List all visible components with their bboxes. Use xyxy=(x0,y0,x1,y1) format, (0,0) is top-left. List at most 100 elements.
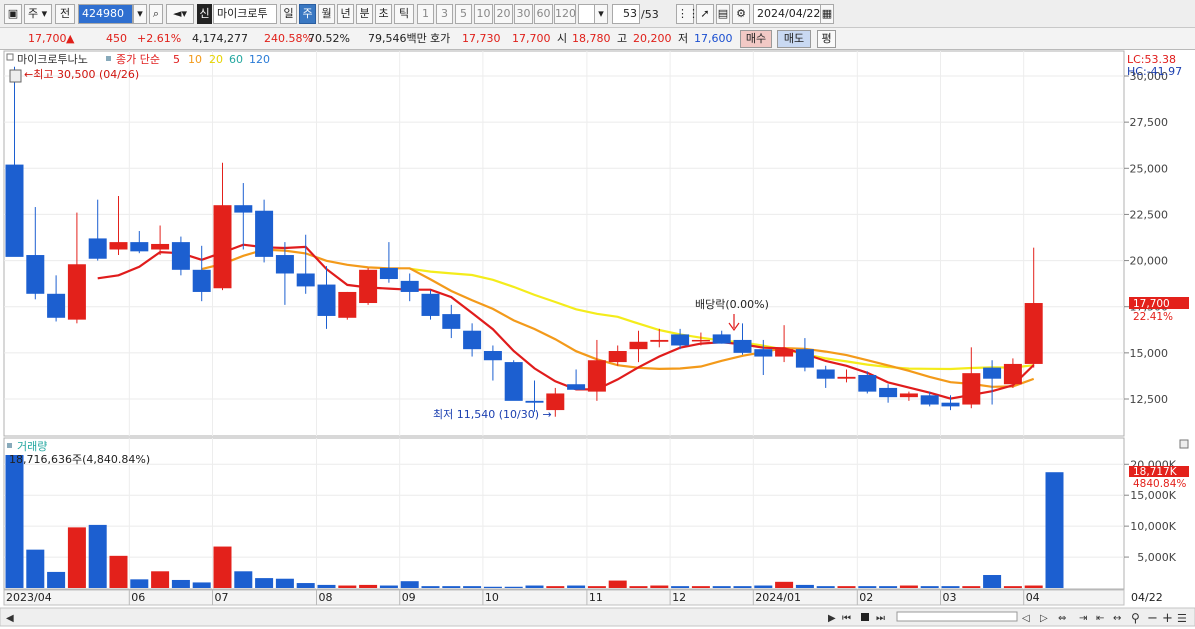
range-start-icon[interactable]: ⇥ xyxy=(1079,613,1087,624)
settings-gear-icon[interactable]: ⚙ xyxy=(732,4,750,24)
candle-body xyxy=(359,269,378,304)
candle-body xyxy=(483,351,502,361)
tab-period-second[interactable]: 초 xyxy=(375,4,392,24)
zoom-menu-icon[interactable]: ☰ xyxy=(1177,612,1187,625)
market-select[interactable]: 주 ▾ xyxy=(24,4,52,24)
save-icon[interactable]: ▤ xyxy=(716,4,730,24)
high-price: 20,200 xyxy=(633,32,672,45)
volume-bar xyxy=(338,585,357,588)
code-dropdown-icon[interactable]: ▾ xyxy=(133,4,147,24)
zoom-search-icon[interactable]: ⚲ xyxy=(1131,611,1140,625)
trade-amount: 79,546백만 xyxy=(368,32,427,45)
volume-bar xyxy=(317,584,336,588)
search-icon[interactable]: ⌕ xyxy=(149,4,163,24)
stock-name-field[interactable]: 마이크로투 xyxy=(213,4,277,24)
volume-bar xyxy=(275,578,294,588)
scroll-thumb[interactable] xyxy=(896,611,1018,622)
sell-button[interactable]: 매도 xyxy=(777,30,811,48)
range-icon[interactable]: ⇔ xyxy=(1058,613,1066,624)
shift-right-icon[interactable]: ▷ xyxy=(1040,613,1048,624)
candle-body xyxy=(795,349,814,368)
volume-bar xyxy=(775,581,794,588)
draw-tool-icon[interactable]: ➚ xyxy=(696,4,714,24)
buy-button[interactable]: 매수 xyxy=(740,30,772,48)
volume-bar xyxy=(962,586,981,588)
volume-pane-close-icon[interactable] xyxy=(1179,439,1189,449)
volume-pane[interactable] xyxy=(3,437,1125,590)
range-end-icon[interactable]: ⇤ xyxy=(1096,613,1104,624)
stock-code-input[interactable]: 424980 xyxy=(78,4,133,24)
fast-forward-icon[interactable]: ⏭ xyxy=(876,613,885,624)
turnover-ratio: 70.52% xyxy=(308,32,350,45)
price-tick-label: 20,000 xyxy=(1130,255,1169,268)
tab-period-minute[interactable]: 분 xyxy=(356,4,373,24)
volume-legend-name: 거래량 xyxy=(17,440,47,453)
candle-body xyxy=(296,273,315,287)
volume-bar xyxy=(463,586,482,588)
high-label: 고 xyxy=(617,32,628,45)
last-price-label: 17,700 xyxy=(1133,298,1170,310)
speaker-icon[interactable]: ◄▾ xyxy=(166,4,194,24)
interval-20[interactable]: 20 xyxy=(494,4,513,24)
interval-1[interactable]: 1 xyxy=(417,4,434,24)
tab-period-month[interactable]: 월 xyxy=(318,4,335,24)
stop-icon[interactable] xyxy=(861,613,869,621)
hc-label: HC:-41.97 xyxy=(1127,65,1182,78)
interval-10[interactable]: 10 xyxy=(474,4,493,24)
interval-120[interactable]: 120 xyxy=(554,4,576,24)
ma-legend-icon xyxy=(106,56,111,61)
candle-body xyxy=(816,369,835,379)
candle-body xyxy=(317,284,336,316)
candle-body xyxy=(920,395,939,405)
volume-bar xyxy=(213,546,232,588)
prev-button[interactable]: 전 xyxy=(55,4,75,24)
indicator-icon[interactable]: ⋮⋮ xyxy=(676,4,699,24)
volume-bar xyxy=(712,586,731,588)
rewind-icon[interactable]: ⏮ xyxy=(842,613,851,624)
fit-icon[interactable]: ↔ xyxy=(1113,613,1121,624)
volume-bar xyxy=(941,586,960,588)
count-input[interactable]: 53 xyxy=(612,4,640,24)
tab-period-day[interactable]: 일 xyxy=(280,4,297,24)
candle-body xyxy=(608,351,627,363)
volume-bar xyxy=(1024,585,1043,588)
candle-body xyxy=(671,334,690,346)
stock-chart[interactable]: 30,00027,50025,00022,50020,00017,50015,0… xyxy=(0,50,1195,629)
min-price-annotation: 최저 11,540 (10/30) → xyxy=(433,408,552,421)
tab-period-year[interactable]: 년 xyxy=(337,4,354,24)
interval-30[interactable]: 30 xyxy=(514,4,533,24)
window-icon[interactable]: ▣ xyxy=(4,4,22,24)
date-input[interactable]: 2024/04/22 xyxy=(753,4,821,24)
interval-3[interactable]: 3 xyxy=(436,4,453,24)
candle-body xyxy=(130,242,149,252)
tab-period-week[interactable]: 주 xyxy=(299,4,316,24)
interval-60[interactable]: 60 xyxy=(534,4,553,24)
interval-dropdown-icon[interactable]: ▾ xyxy=(594,4,608,24)
scroll-right-icon[interactable]: ▶ xyxy=(828,613,836,624)
candle-body xyxy=(400,280,419,292)
zoom-out-icon[interactable]: − xyxy=(1147,611,1158,626)
low-label: 저 xyxy=(678,32,689,45)
volume-bar xyxy=(608,580,627,588)
current-price: 17,700 xyxy=(28,32,67,45)
volume-bar xyxy=(151,571,170,588)
candle-body xyxy=(421,293,440,316)
zoom-in-icon[interactable]: + xyxy=(1162,611,1173,626)
stock-legend-name: 마이크로투나노 xyxy=(17,53,88,66)
volume-bar xyxy=(26,549,45,588)
tab-period-tick[interactable]: 틱 xyxy=(394,4,414,24)
calendar-icon[interactable]: ▦ xyxy=(820,4,834,24)
ma-legend-label: 종가 단순 xyxy=(116,53,160,66)
shift-left-icon[interactable]: ◁ xyxy=(1022,613,1030,624)
volume-bar xyxy=(629,586,648,588)
ma-120-legend: 120 xyxy=(249,53,270,66)
scroll-left-icon[interactable]: ◀ xyxy=(6,613,14,624)
x-axis-label: 06 xyxy=(131,591,145,604)
volume-bar xyxy=(442,586,461,588)
volume-bar xyxy=(67,527,86,588)
calculator-icon[interactable] xyxy=(9,69,22,83)
interval-5[interactable]: 5 xyxy=(455,4,472,24)
volume-legend-icon xyxy=(7,443,12,448)
price-change: 450 xyxy=(106,32,127,45)
avg-button[interactable]: 평 xyxy=(817,30,836,48)
